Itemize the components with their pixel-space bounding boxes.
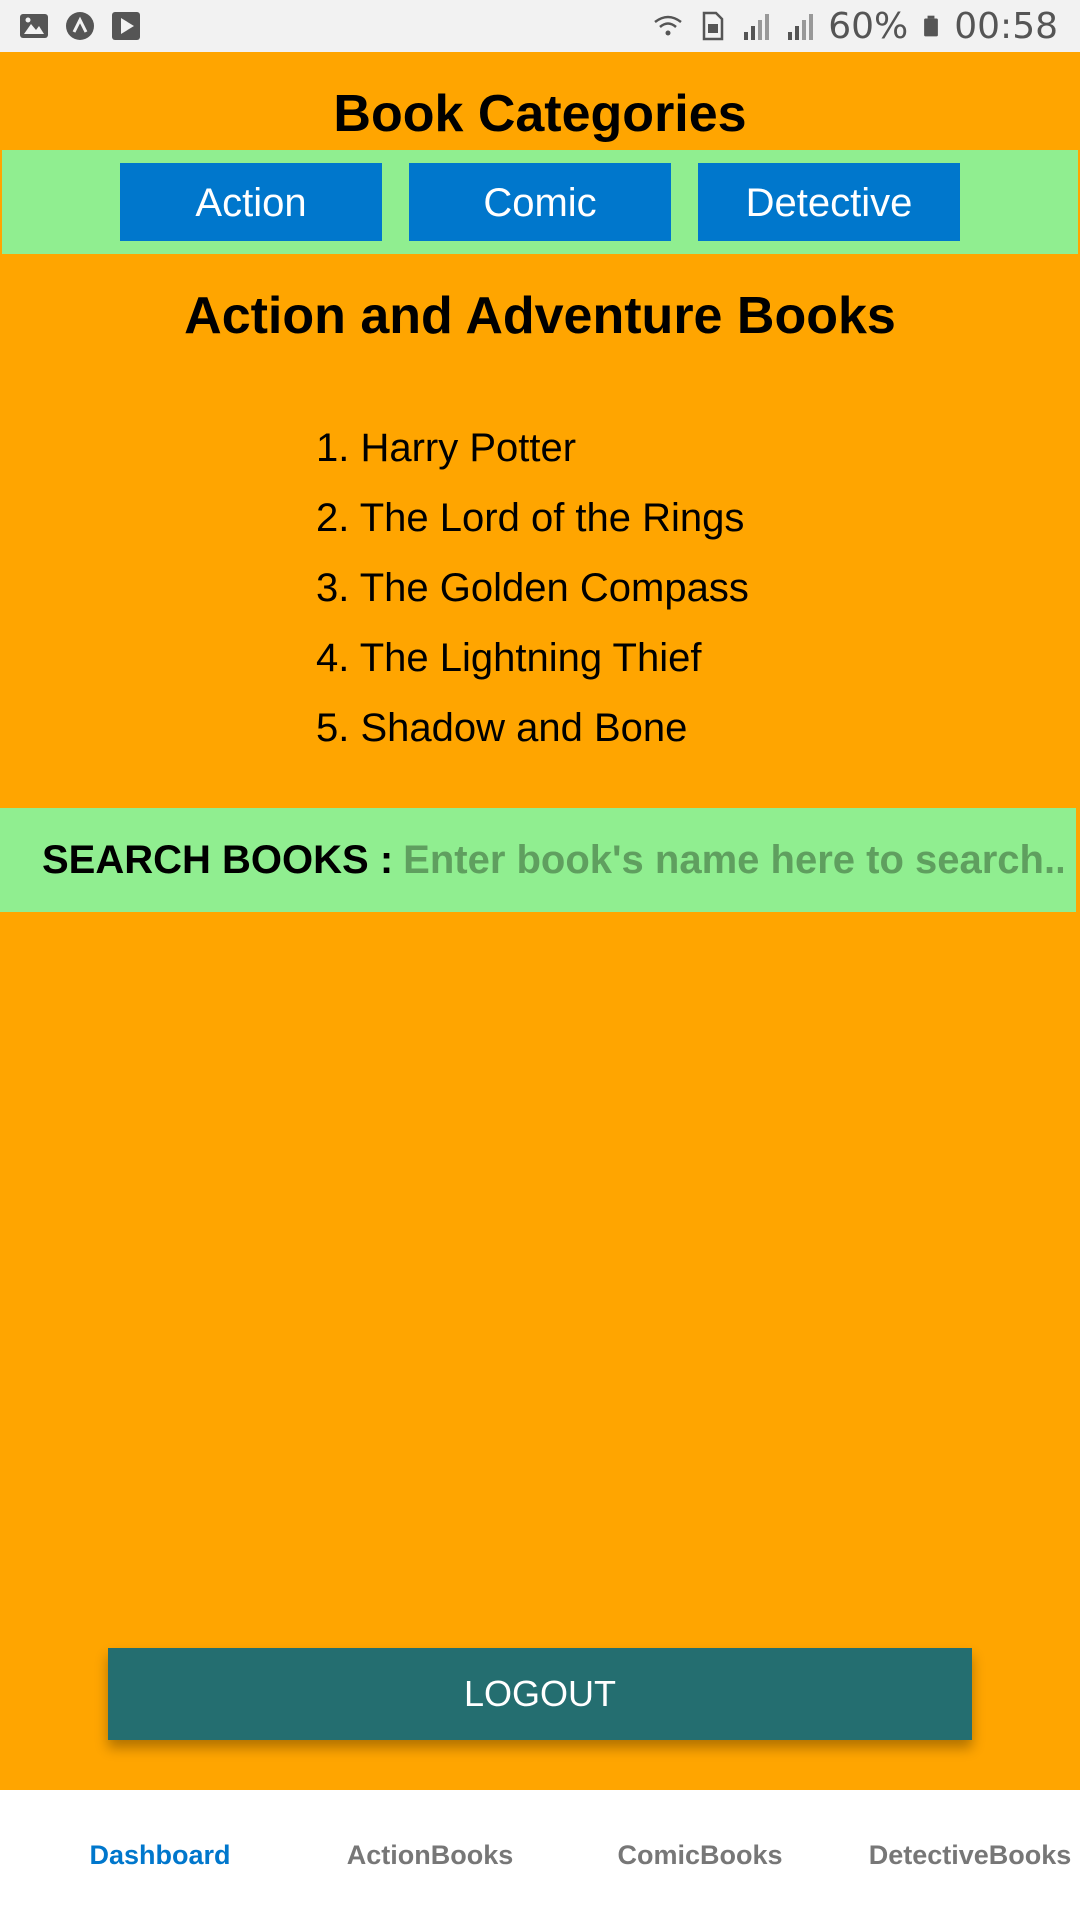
detective-category-button[interactable]: Detective (698, 163, 960, 241)
list-item: 5. Shadow and Bone (316, 706, 688, 750)
logout-button[interactable]: LOGOUT (108, 1648, 972, 1740)
list-item: 3. The Golden Compass (316, 566, 749, 610)
bottom-tab-bar: Dashboard ActionBooks ComicBooks Detecti… (0, 1790, 1080, 1920)
section-title: Action and Adventure Books (184, 287, 896, 345)
action-category-button[interactable]: Action (120, 163, 382, 241)
list-item: 2. The Lord of the Rings (316, 496, 745, 540)
battery-percentage: 60% (828, 5, 909, 47)
category-bar: Action Comic Detective (2, 150, 1078, 254)
tab-detective-books[interactable]: DetectiveBooks (850, 1790, 1080, 1920)
sim-icon (702, 11, 724, 41)
battery-icon (924, 15, 939, 37)
app-icon (66, 12, 94, 40)
status-left-icons (0, 10, 142, 42)
signal-icon (788, 14, 814, 40)
search-input[interactable] (403, 837, 1064, 883)
tab-action-books[interactable]: ActionBooks (310, 1790, 550, 1920)
status-right-icons: 60% 00:58 (652, 6, 1080, 47)
gallery-icon (20, 14, 48, 38)
tab-dashboard[interactable]: Dashboard (40, 1790, 280, 1920)
wifi-icon (654, 15, 682, 36)
list-item: 1. Harry Potter (316, 426, 577, 470)
search-bar: SEARCH BOOKS : (0, 808, 1076, 912)
list-item: 4. The Lightning Thief (316, 636, 702, 680)
clock: 00:58 (954, 5, 1058, 47)
signal-icon (744, 14, 770, 40)
comic-category-button[interactable]: Comic (409, 163, 671, 241)
page-title: Book Categories (333, 85, 747, 143)
play-store-icon (112, 12, 140, 40)
tab-comic-books[interactable]: ComicBooks (580, 1790, 820, 1920)
book-list: 1. Harry Potter 2. The Lord of the Rings… (316, 420, 749, 770)
status-bar: 60% 00:58 (0, 0, 1080, 52)
search-label: SEARCH BOOKS : (42, 837, 394, 882)
